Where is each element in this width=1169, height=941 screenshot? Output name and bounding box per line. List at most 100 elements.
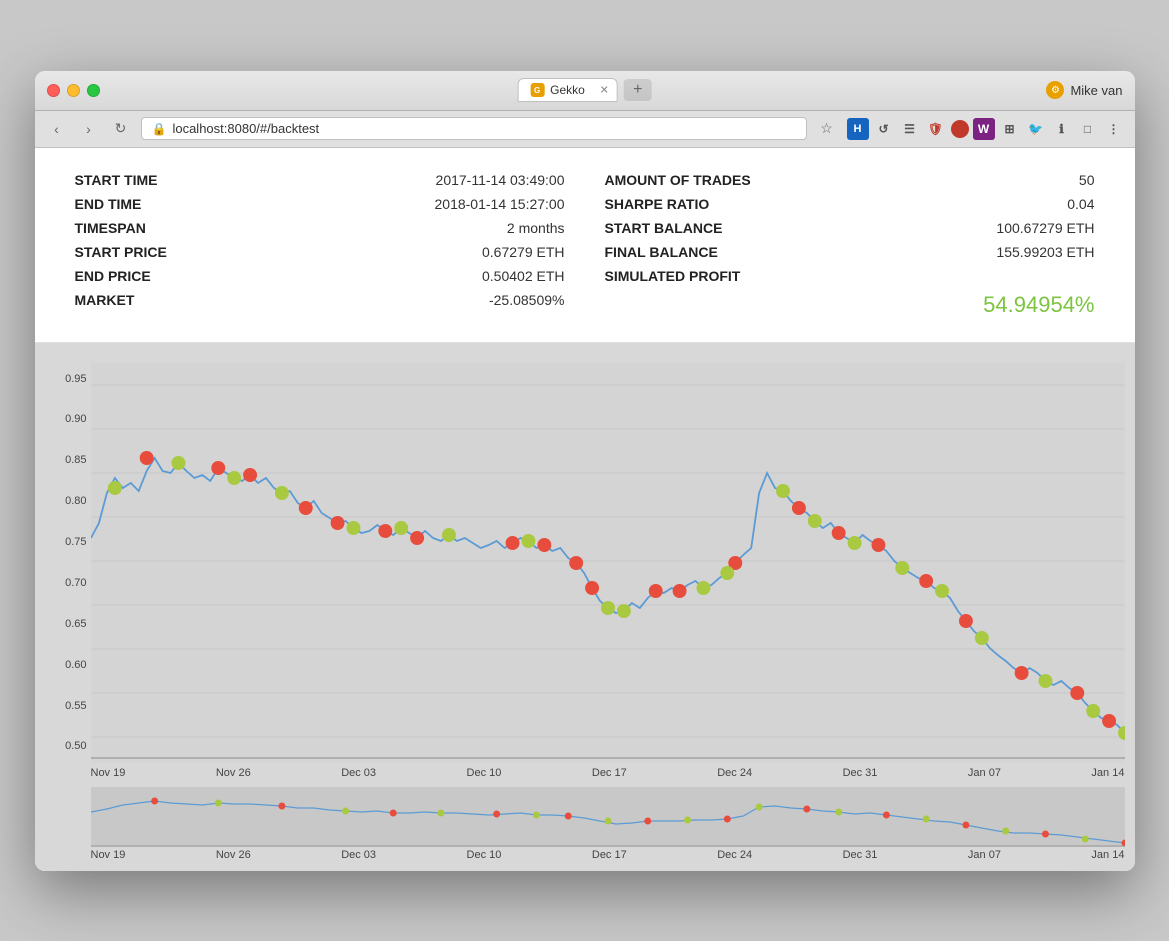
ext-twitter[interactable]: 🐦: [1025, 118, 1047, 140]
mini-buy-dot: [1081, 835, 1088, 842]
mini-sell-dot: [962, 821, 969, 828]
y-label-085: 0.85: [65, 454, 86, 466]
ext-privacy[interactable]: ☰: [899, 118, 921, 140]
stat-row-sharpe: SHARPE RATIO 0.04: [605, 192, 1095, 216]
end-price-value: 0.50402 ETH: [482, 268, 565, 284]
mini-buy-dot: [604, 817, 611, 824]
mini-x-dec10: Dec 10: [467, 849, 502, 861]
stats-right: AMOUNT OF TRADES 50 SHARPE RATIO 0.04 ST…: [605, 168, 1095, 322]
ext-w[interactable]: W: [973, 118, 995, 140]
start-balance-value: 100.67279 ETH: [996, 220, 1094, 236]
traffic-lights: [47, 84, 100, 97]
url-text: localhost:8080/#/backtest: [172, 121, 319, 136]
main-chart-container: 0.95 0.90 0.85 0.80 0.75 0.70 0.65 0.60 …: [45, 363, 1125, 783]
x-label-dec24: Dec 24: [717, 767, 752, 779]
sell-dot: [958, 614, 972, 628]
sell-dot: [791, 501, 805, 515]
sell-dot: [919, 574, 933, 588]
ext-grid[interactable]: ⊞: [999, 118, 1021, 140]
mini-chart: Nov 19 Nov 26 Dec 03 Dec 10 Dec 17 Dec 2…: [91, 787, 1125, 861]
mini-buy-dot: [755, 803, 762, 810]
x-label-jan14: Jan 14: [1091, 767, 1124, 779]
refresh-button[interactable]: ↻: [109, 117, 133, 141]
final-balance-label: FINAL BALANCE: [605, 244, 765, 260]
new-tab-button[interactable]: +: [624, 79, 652, 101]
browser-window: G Gekko ✕ + ⚙ Mike van ‹ › ↻ 🔒 localhost…: [35, 71, 1135, 871]
mini-x-dec03: Dec 03: [341, 849, 376, 861]
market-label: MARKET: [75, 292, 235, 308]
sell-dot: [298, 501, 312, 515]
sell-dot: [831, 526, 845, 540]
sell-dot: [139, 451, 153, 465]
timespan-value: 2 months: [507, 220, 565, 236]
mini-x-nov26: Nov 26: [216, 849, 251, 861]
back-button[interactable]: ‹: [45, 117, 69, 141]
ext-h[interactable]: H: [847, 118, 869, 140]
y-axis: 0.95 0.90 0.85 0.80 0.75 0.70 0.65 0.60 …: [45, 373, 91, 753]
stat-row-market: MARKET -25.08509%: [75, 288, 565, 312]
close-button[interactable]: [47, 84, 60, 97]
stat-row-start-price: START PRICE 0.67279 ETH: [75, 240, 565, 264]
mini-y-axis: [45, 787, 91, 841]
y-label-090: 0.90: [65, 413, 86, 425]
x-label-dec31: Dec 31: [843, 767, 878, 779]
mini-sell-dot: [389, 809, 396, 816]
start-price-value: 0.67279 ETH: [482, 244, 565, 260]
forward-button[interactable]: ›: [77, 117, 101, 141]
active-tab[interactable]: G Gekko ✕: [517, 78, 618, 102]
user-area: ⚙ Mike van: [1046, 81, 1122, 99]
buy-dot: [274, 486, 288, 500]
sell-dot: [1014, 666, 1028, 680]
x-axis-labels: Nov 19 Nov 26 Dec 03 Dec 10 Dec 17 Dec 2…: [91, 763, 1125, 783]
chart-area: 0.95 0.90 0.85 0.80 0.75 0.70 0.65 0.60 …: [35, 343, 1135, 871]
bookmark-button[interactable]: ☆: [815, 117, 839, 141]
titlebar: G Gekko ✕ + ⚙ Mike van: [35, 71, 1135, 111]
minimize-button[interactable]: [67, 84, 80, 97]
sharpe-value: 0.04: [1067, 196, 1094, 212]
ext-shield[interactable]: 🛡: [925, 118, 947, 140]
market-value: -25.08509%: [489, 292, 565, 308]
stat-row-end-time: END TIME 2018-01-14 15:27:00: [75, 192, 565, 216]
mini-sell-dot: [803, 805, 810, 812]
x-label-nov19: Nov 19: [91, 767, 126, 779]
ext-info[interactable]: ℹ: [1051, 118, 1073, 140]
ext-circle[interactable]: [951, 120, 969, 138]
maximize-button[interactable]: [87, 84, 100, 97]
mini-sell-dot: [493, 810, 500, 817]
sell-dot: [648, 584, 662, 598]
y-label-070: 0.70: [65, 577, 86, 589]
sell-dot: [672, 584, 686, 598]
mini-chart-container: Nov 19 Nov 26 Dec 03 Dec 10 Dec 17 Dec 2…: [45, 787, 1125, 861]
ext-refresh[interactable]: ↺: [873, 118, 895, 140]
mini-x-jan14: Jan 14: [1091, 849, 1124, 861]
tab-favicon: G: [530, 83, 544, 97]
mini-buy-dot: [835, 808, 842, 815]
mini-buy-dot: [214, 799, 221, 806]
ext-square[interactable]: □: [1077, 118, 1099, 140]
address-input[interactable]: 🔒 localhost:8080/#/backtest: [141, 117, 807, 140]
sell-dot: [585, 581, 599, 595]
sell-dot: [569, 556, 583, 570]
start-time-value: 2017-11-14 03:49:00: [436, 172, 565, 188]
buy-dot: [227, 471, 241, 485]
addressbar: ‹ › ↻ 🔒 localhost:8080/#/backtest ☆ H ↺ …: [35, 111, 1135, 148]
buy-dot: [720, 566, 734, 580]
ext-menu[interactable]: ⋮: [1103, 118, 1125, 140]
user-name: Mike van: [1070, 83, 1122, 98]
tab-bar: G Gekko ✕ +: [517, 78, 652, 102]
mini-sell-dot: [278, 802, 285, 809]
y-label-065: 0.65: [65, 618, 86, 630]
end-time-value: 2018-01-14 15:27:00: [435, 196, 565, 212]
profit-value: 54.94954%: [983, 292, 1094, 318]
stat-row-end-price: END PRICE 0.50402 ETH: [75, 264, 565, 288]
end-time-label: END TIME: [75, 196, 235, 212]
buy-dot: [616, 604, 630, 618]
final-balance-value: 155.99203 ETH: [996, 244, 1094, 260]
stat-row-profit-value: 54.94954%: [605, 288, 1095, 322]
buy-dot: [171, 456, 185, 470]
buy-dot: [346, 521, 360, 535]
tab-close-button[interactable]: ✕: [600, 84, 609, 97]
mini-sell-dot: [882, 811, 889, 818]
buy-dot: [895, 561, 909, 575]
mini-buy-dot: [684, 816, 691, 823]
